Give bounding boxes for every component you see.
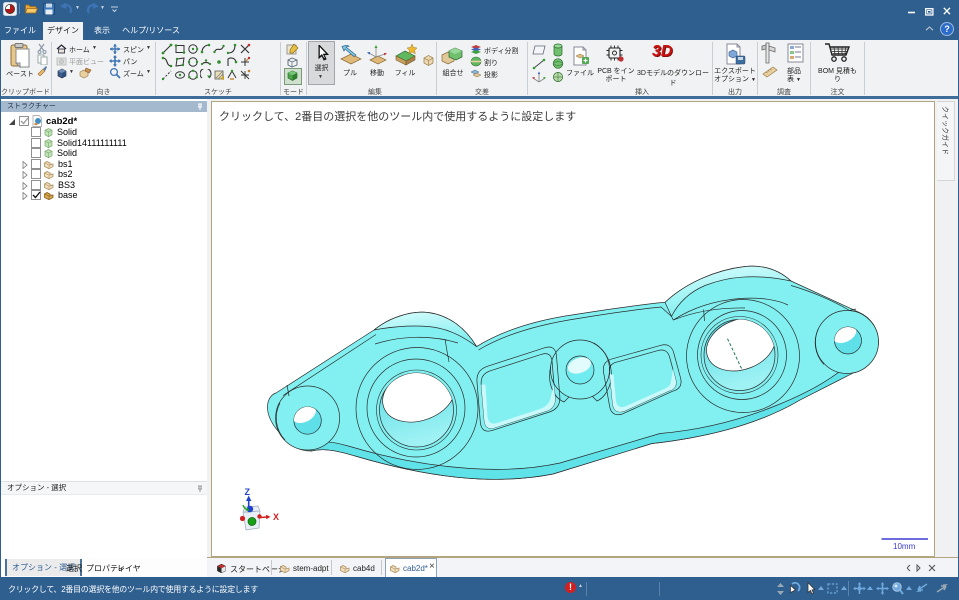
svg-text:Z: Z — [245, 487, 251, 497]
svg-text:10mm: 10mm — [893, 542, 916, 551]
svg-text:X: X — [273, 512, 279, 522]
